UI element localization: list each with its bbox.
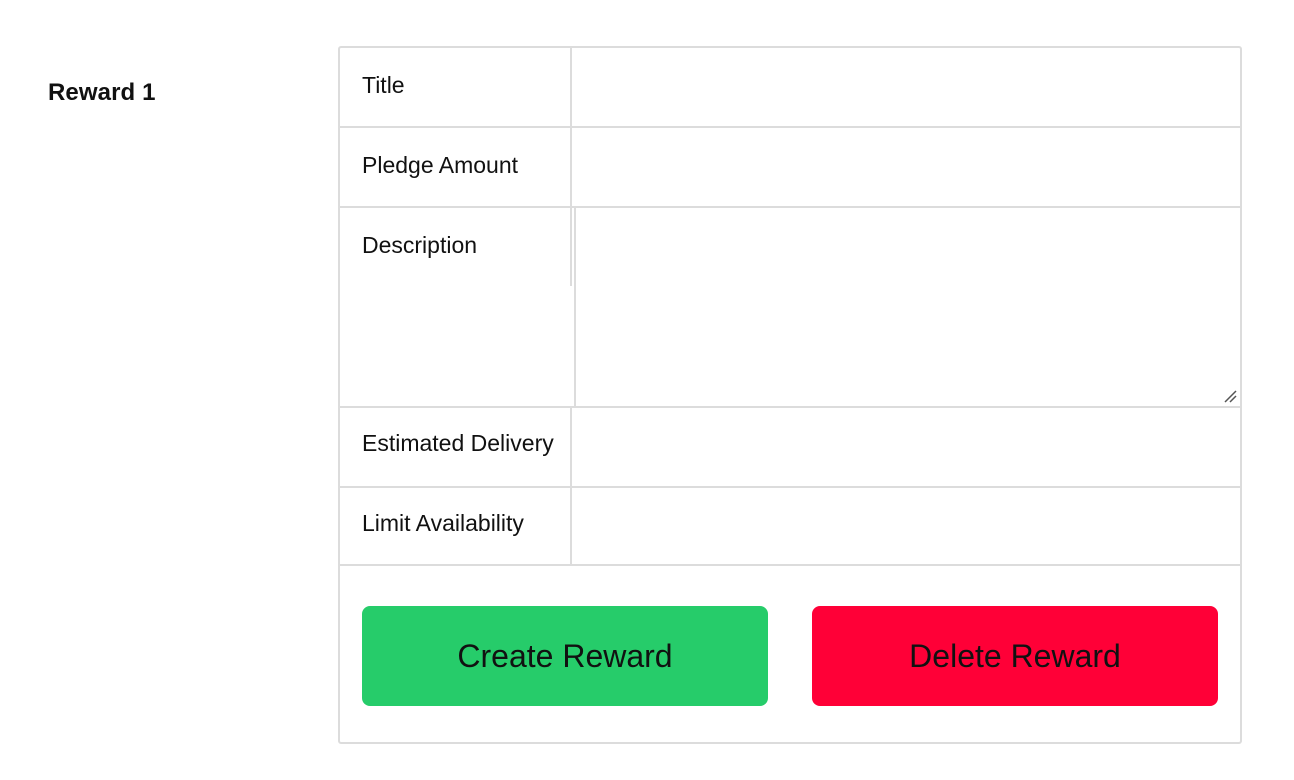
estimated-delivery-input[interactable] [572,408,1240,486]
field-row-estimated-delivery: Estimated Delivery [340,406,1240,486]
resize-grip-icon[interactable] [1223,389,1237,403]
estimated-delivery-label: Estimated Delivery [362,430,554,456]
reward-form: Title Pledge Amount Description Estimate… [338,46,1242,744]
pledge-amount-label: Pledge Amount [362,152,519,178]
description-textarea[interactable] [574,208,1240,406]
field-label-estimated-delivery: Estimated Delivery [340,408,572,486]
field-label-description: Description [340,208,572,286]
reward-actions: Create Reward Delete Reward [340,564,1240,744]
delete-reward-button[interactable]: Delete Reward [812,606,1218,706]
field-row-pledge-amount: Pledge Amount [340,126,1240,206]
pledge-amount-input[interactable] [572,128,1240,206]
description-label: Description [362,232,478,258]
field-label-limit-availability: Limit Availability [340,488,572,564]
create-reward-button[interactable]: Create Reward [362,606,768,706]
field-row-description: Description [340,206,1240,406]
field-row-limit-availability: Limit Availability [340,486,1240,564]
limit-availability-input[interactable] [572,488,1240,564]
title-input[interactable] [572,48,1240,126]
field-label-pledge-amount: Pledge Amount [340,128,572,206]
limit-availability-label: Limit Availability [362,510,524,536]
reward-heading: Reward 1 [48,79,156,106]
field-label-title: Title [340,48,572,126]
title-label: Title [362,72,405,98]
field-row-title: Title [340,48,1240,126]
